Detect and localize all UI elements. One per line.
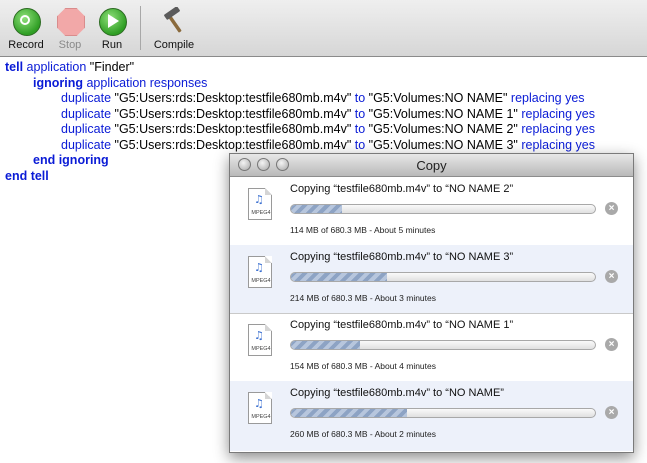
command-token: duplicate bbox=[61, 137, 112, 152]
keyword: tell bbox=[5, 60, 24, 74]
window-title: Copy bbox=[416, 158, 447, 173]
string-literal: "G5:Users:rds:Desktop:testfile680mb.m4v" bbox=[111, 137, 355, 152]
compile-label: Compile bbox=[153, 39, 195, 51]
script-token: to bbox=[354, 122, 366, 136]
script-line: duplicate "G5:Users:rds:Desktop:testfile… bbox=[61, 107, 595, 123]
keyword: end ignoring bbox=[33, 153, 109, 167]
toolbar-separator bbox=[140, 6, 141, 50]
string-literal: "G5:Volumes:NO NAME" bbox=[365, 91, 511, 105]
keyword: ignoring bbox=[33, 75, 83, 90]
script-token: replacing yes bbox=[521, 106, 595, 121]
script-line: end ignoring bbox=[33, 153, 109, 169]
script-token: replacing yes bbox=[521, 137, 595, 152]
job-status: 114 MB of 680.3 MB - About 5 minutes bbox=[290, 225, 436, 235]
compile-button[interactable]: Compile bbox=[150, 6, 198, 51]
progress-bar bbox=[290, 272, 596, 282]
mpeg4-file-icon: ♫ MPEG4 bbox=[248, 392, 272, 424]
job-status: 154 MB of 680.3 MB - About 4 minutes bbox=[290, 361, 436, 371]
mpeg4-file-icon: ♫ MPEG4 bbox=[248, 256, 272, 288]
copy-job: ♫ MPEG4 Copying “testfile680mb.m4v” to “… bbox=[230, 313, 633, 382]
run-icon bbox=[98, 7, 127, 36]
command-token: duplicate bbox=[61, 106, 112, 121]
string-literal: "Finder" bbox=[86, 60, 135, 74]
string-literal: "G5:Users:rds:Desktop:testfile680mb.m4v" bbox=[111, 91, 355, 105]
file-type-label: MPEG4 bbox=[251, 210, 271, 216]
record-icon bbox=[12, 7, 41, 36]
run-button[interactable]: Run bbox=[88, 7, 136, 51]
window-titlebar[interactable]: Copy bbox=[230, 154, 633, 177]
job-status: 214 MB of 680.3 MB - About 3 minutes bbox=[290, 293, 436, 303]
copy-job: ♫ MPEG4 Copying “testfile680mb.m4v” to “… bbox=[230, 245, 633, 314]
string-literal: "G5:Volumes:NO NAME 2" bbox=[365, 122, 522, 136]
script-token: to bbox=[354, 106, 366, 121]
script-token: replacing yes bbox=[521, 122, 595, 136]
mpeg4-file-icon: ♫ MPEG4 bbox=[248, 324, 272, 356]
file-type-label: MPEG4 bbox=[251, 346, 271, 352]
string-literal: "G5:Users:rds:Desktop:testfile680mb.m4v" bbox=[111, 122, 355, 136]
cancel-icon[interactable]: × bbox=[605, 270, 618, 283]
copy-job: ♫ MPEG4 Copying “testfile680mb.m4v” to “… bbox=[230, 177, 633, 246]
job-title: Copying “testfile680mb.m4v” to “NO NAME” bbox=[290, 387, 504, 399]
record-button[interactable]: Record bbox=[2, 7, 50, 51]
progress-fill bbox=[291, 205, 343, 213]
script-line: duplicate "G5:Users:rds:Desktop:testfile… bbox=[61, 91, 585, 107]
script-token: application bbox=[26, 60, 87, 74]
string-literal: "G5:Volumes:NO NAME 3" bbox=[365, 137, 522, 152]
script-line: ignoring application responses bbox=[33, 76, 207, 92]
stop-button[interactable]: Stop bbox=[46, 7, 94, 51]
file-type-label: MPEG4 bbox=[251, 278, 271, 284]
mpeg4-file-icon: ♫ MPEG4 bbox=[248, 188, 272, 220]
file-type-label: MPEG4 bbox=[251, 414, 271, 420]
job-title: Copying “testfile680mb.m4v” to “NO NAME … bbox=[290, 251, 514, 263]
cancel-icon[interactable]: × bbox=[605, 338, 618, 351]
stop-icon bbox=[56, 7, 85, 36]
job-title: Copying “testfile680mb.m4v” to “NO NAME … bbox=[290, 183, 514, 195]
job-status: 260 MB of 680.3 MB - About 2 minutes bbox=[290, 429, 436, 439]
script-line: duplicate "G5:Users:rds:Desktop:testfile… bbox=[61, 122, 595, 138]
command-token: duplicate bbox=[61, 91, 112, 105]
progress-fill bbox=[291, 409, 408, 417]
cancel-icon[interactable]: × bbox=[605, 406, 618, 419]
copy-window: Copy ♫ MPEG4 Copying “testfile680mb.m4v”… bbox=[229, 153, 634, 453]
hammer-icon bbox=[160, 6, 188, 35]
command-token: duplicate bbox=[61, 122, 112, 136]
copy-job: ♫ MPEG4 Copying “testfile680mb.m4v” to “… bbox=[230, 381, 633, 451]
string-literal: "G5:Users:rds:Desktop:testfile680mb.m4v" bbox=[111, 106, 355, 121]
script-token: application responses bbox=[86, 75, 208, 90]
keyword: end tell bbox=[5, 168, 49, 183]
script-line: tell application "Finder" bbox=[5, 60, 134, 76]
stop-label: Stop bbox=[58, 39, 82, 51]
script-line: end tell bbox=[5, 169, 49, 185]
progress-bar bbox=[290, 340, 596, 350]
script-line: duplicate "G5:Users:rds:Desktop:testfile… bbox=[61, 138, 595, 154]
progress-fill bbox=[291, 273, 387, 281]
run-label: Run bbox=[101, 39, 123, 51]
script-token: to bbox=[354, 91, 366, 105]
script-token: to bbox=[354, 137, 366, 152]
record-label: Record bbox=[8, 39, 44, 51]
progress-bar bbox=[290, 204, 596, 214]
toolbar: Record Stop Run Compile bbox=[0, 0, 647, 57]
job-title: Copying “testfile680mb.m4v” to “NO NAME … bbox=[290, 319, 514, 331]
cancel-icon[interactable]: × bbox=[605, 202, 618, 215]
progress-fill bbox=[291, 341, 360, 349]
string-literal: "G5:Volumes:NO NAME 1" bbox=[365, 106, 522, 121]
progress-bar bbox=[290, 408, 596, 418]
script-token: replacing yes bbox=[510, 91, 585, 105]
